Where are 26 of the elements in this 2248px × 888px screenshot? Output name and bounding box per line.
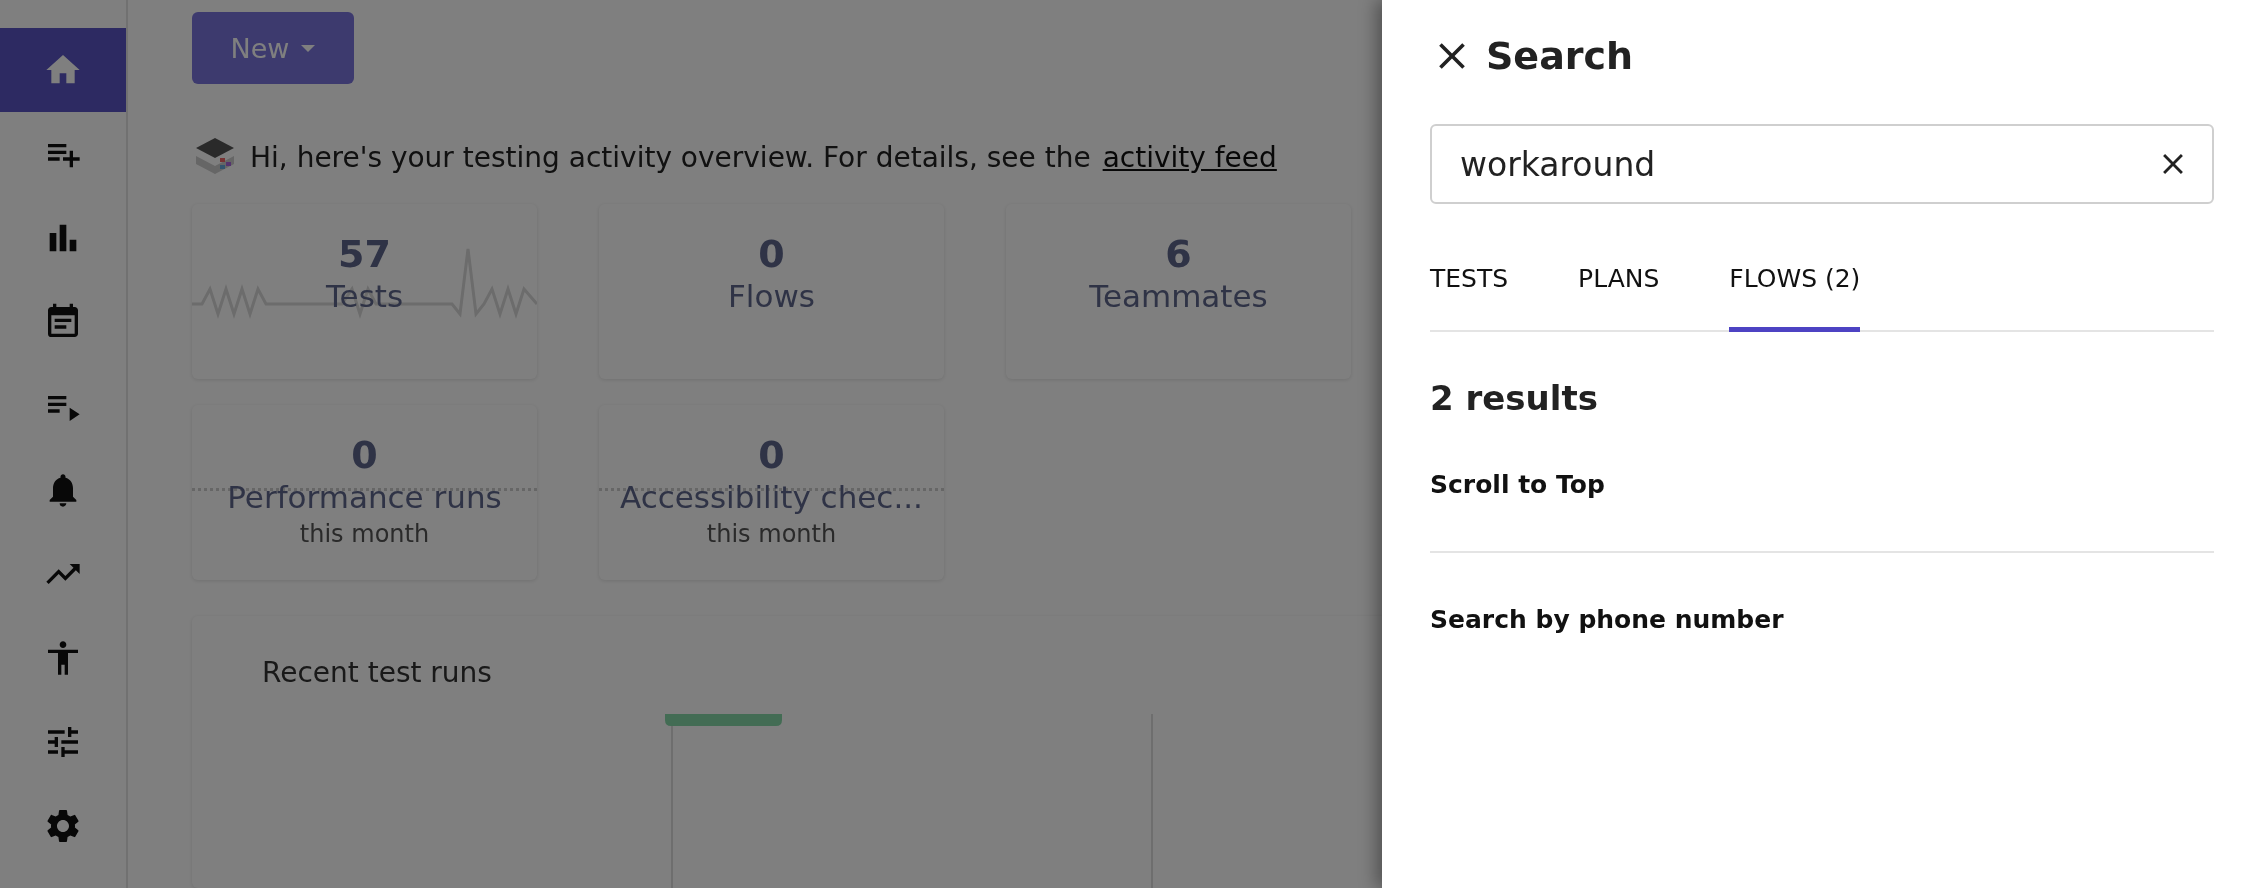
stat-value: 57 [338, 232, 391, 278]
caret-icon [301, 44, 316, 52]
stat-label: Tests [325, 277, 404, 315]
stat-label: Teammates [1089, 277, 1268, 315]
stat-period: this month [299, 519, 430, 548]
stat-value: 0 [758, 232, 785, 278]
stat-value: 0 [351, 433, 378, 479]
sidebar-item[interactable] [0, 28, 126, 112]
search-input[interactable]: workaround [1458, 143, 2156, 185]
greeting-text: Hi, here's your testing activity overview. For details, see the [250, 140, 1091, 174]
result-count: 2 results [1430, 378, 1599, 418]
tab[interactable]: PLANS [1578, 256, 1660, 332]
card-title: Recent test runs [262, 656, 493, 689]
stat-value: 0 [758, 433, 785, 479]
stat-period: this month [706, 519, 837, 548]
stat-label: Accessibility chec... [620, 478, 923, 516]
stat-label: Performance runs [227, 478, 502, 516]
result-item[interactable]: Scroll to Top [1430, 418, 2214, 551]
stat-label: Flows [728, 277, 815, 315]
tab[interactable]: FLOWS (2) [1729, 256, 1861, 332]
search-field[interactable]: workaround [1430, 124, 2214, 204]
panel-title: Search [1486, 34, 1634, 78]
stat-value: 6 [1165, 232, 1192, 278]
tab[interactable]: TESTS [1430, 256, 1509, 332]
activity-feed-link[interactable]: activity feed [1102, 140, 1277, 174]
result-item[interactable]: Search by phone number [1430, 553, 2214, 686]
